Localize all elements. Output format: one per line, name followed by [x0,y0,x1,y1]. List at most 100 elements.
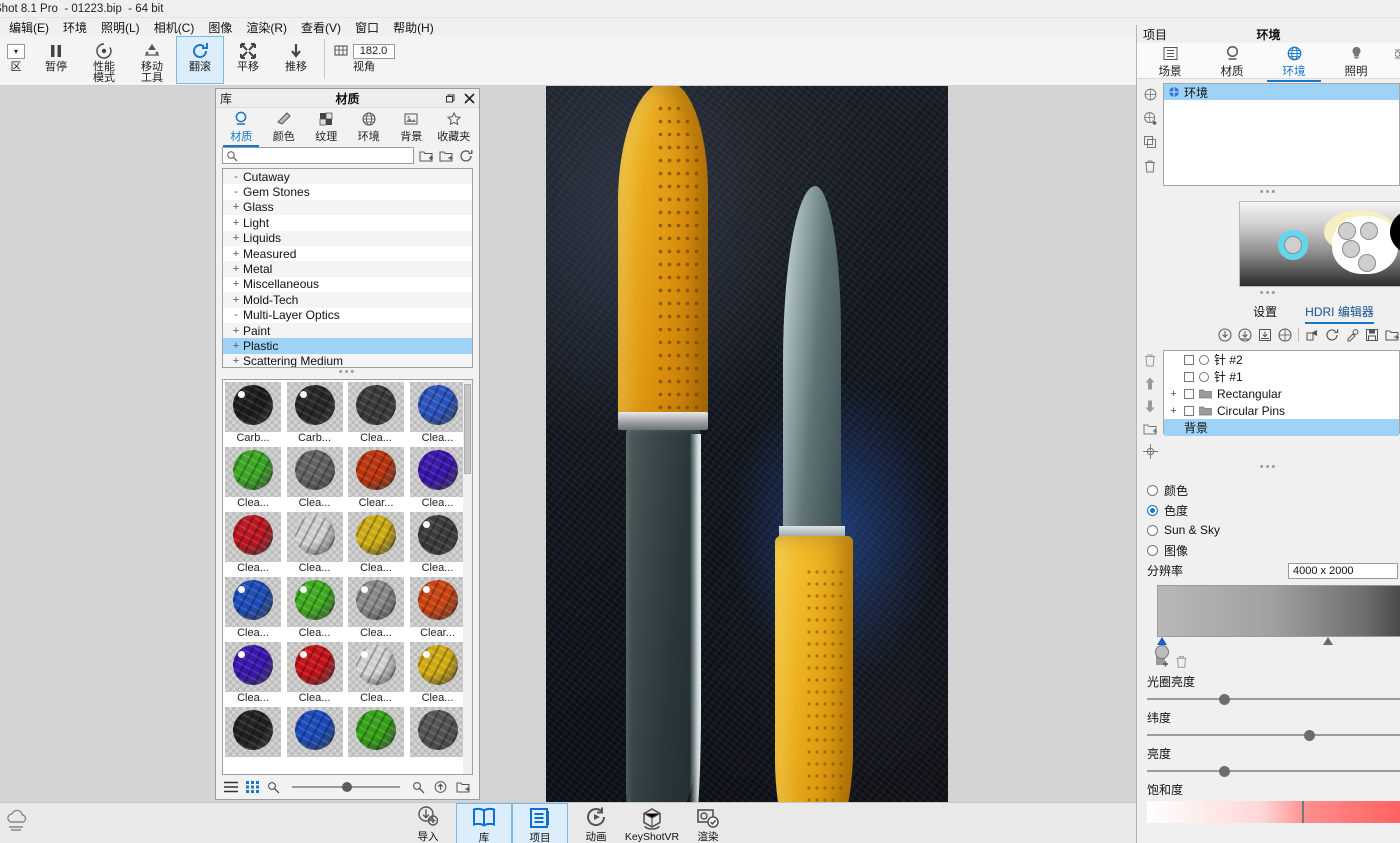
add-environment-icon[interactable] [1143,111,1158,126]
material-thumbnail[interactable]: Clea... [348,382,404,446]
menu-item-camera[interactable]: 相机(C) [147,18,202,37]
material-thumbnail[interactable]: Clea... [287,447,343,511]
library-tab-colors[interactable]: 颜色 [264,110,304,147]
cloud-render-button[interactable] [4,808,30,834]
menu-item-help[interactable]: 帮助(H) [386,18,441,37]
hdri-pin-3[interactable] [1342,240,1360,258]
refresh-icon[interactable] [459,149,473,163]
material-thumbnail[interactable]: Clea... [410,642,466,706]
hdri-tab-settings[interactable]: 设置 [1253,303,1277,324]
hdri-pin-4[interactable] [1358,254,1376,272]
material-thumbnail[interactable]: Clea... [287,512,343,576]
slider-latitude[interactable] [1147,729,1400,741]
expand-icon[interactable]: + [229,325,243,337]
toolbar-tumble-button[interactable]: 翻滚 [176,36,224,84]
pin-visibility-checkbox[interactable] [1184,406,1194,416]
zoom-in-icon[interactable] [412,781,425,794]
material-thumbnail[interactable]: Clear... [410,577,466,641]
project-tab-lighting[interactable]: 照明 [1333,43,1379,82]
material-category-row[interactable]: -Multi-Layer Optics [223,308,472,323]
material-thumbnail[interactable]: Clear... [348,447,404,511]
expand-icon[interactable]: + [229,232,243,244]
expand-icon[interactable]: + [229,263,243,275]
toolbar-region-button[interactable]: ▾ 区 [0,36,32,84]
gradient-stop-start[interactable] [1157,637,1169,659]
material-thumbnail[interactable] [225,707,281,771]
material-thumbnail[interactable]: Clea... [225,512,281,576]
background-mode-option[interactable]: Sun & Sky [1147,520,1400,540]
material-thumbnail[interactable] [410,707,466,771]
expand-icon[interactable]: + [229,201,243,213]
toolbar-performance-button[interactable]: 性能 模式 [80,36,128,84]
expand-icon[interactable]: + [229,278,243,290]
hdri-pin-2[interactable] [1360,222,1378,240]
pin-list-row[interactable]: +Rectangular [1164,385,1399,402]
background-mode-option[interactable]: 图像 [1147,540,1400,560]
environment-list[interactable]: 环境 [1163,83,1400,186]
menu-item-environment[interactable]: 环境 [56,18,94,37]
material-thumbnail[interactable]: Clea... [225,642,281,706]
pin-list-row[interactable]: 针 #1 [1164,368,1399,385]
material-category-tree[interactable]: -Cutaway-Gem Stones+Glass+Light+Liquids+… [222,168,473,368]
save-to-disk-icon[interactable] [1258,328,1272,342]
target-icon[interactable] [1143,444,1158,459]
menu-item-lighting[interactable]: 照明(L) [94,18,147,37]
search-input[interactable] [238,150,413,162]
environment-icon[interactable] [1143,87,1158,102]
toolbar-move-tool-button[interactable]: 移动 工具 [128,36,176,84]
material-thumbnail[interactable]: Carb... [225,382,281,446]
restore-window-icon[interactable] [444,93,455,104]
material-category-row[interactable]: +Light [223,215,472,230]
save-as-icon[interactable] [1385,328,1400,342]
hdri-tab-editor[interactable]: HDRI 编辑器 [1305,303,1374,324]
trash-icon[interactable] [1143,353,1157,368]
pin-visibility-checkbox[interactable] [1184,389,1194,399]
bottom-keyshotvr-button[interactable]: KeyShotVR [624,803,680,843]
background-mode-option[interactable]: 颜色 [1147,480,1400,500]
bottom-animation-button[interactable]: 动画 [568,803,624,843]
center-pin-icon[interactable] [1278,328,1292,342]
import-pin-icon[interactable] [1218,328,1232,342]
expand-icon[interactable]: + [229,294,243,306]
hdri-pin-1[interactable] [1338,222,1356,240]
library-search-box[interactable] [222,147,414,164]
pin-list[interactable]: 针 #2针 #1+Rectangular+Circular Pins背景 [1163,350,1400,434]
material-thumbnail[interactable]: Clea... [348,642,404,706]
library-tab-environments[interactable]: 环境 [349,110,389,147]
material-thumbnail[interactable]: Clea... [410,512,466,576]
menu-item-view[interactable]: 查看(V) [294,18,348,37]
pin-list-row[interactable]: 针 #2 [1164,351,1399,368]
library-tab-textures[interactable]: 纹理 [306,110,346,147]
material-category-row[interactable]: +Mold-Tech [223,292,472,307]
material-thumbnail[interactable] [348,707,404,771]
collapse-icon[interactable]: - [229,186,243,198]
material-thumbnail[interactable]: Clea... [225,447,281,511]
bottom-import-button[interactable]: 导入 [400,803,456,843]
export-pin-icon[interactable] [1238,328,1252,342]
duplicate-environment-icon[interactable] [1143,135,1158,150]
collapse-icon[interactable]: - [229,171,243,183]
material-category-row[interactable]: +Liquids [223,231,472,246]
library-tab-materials[interactable]: 材质 [221,110,261,147]
expand-icon[interactable]: + [1168,405,1179,417]
material-thumbnail[interactable]: Clea... [348,577,404,641]
slider-brightness[interactable] [1147,765,1400,777]
radio-button[interactable] [1147,525,1158,536]
bottom-render-button[interactable]: 渲染 [680,803,736,843]
close-icon[interactable] [464,93,475,104]
menu-item-edit[interactable]: 编辑(E) [2,18,56,37]
radio-button[interactable] [1147,485,1158,496]
add-folder-icon[interactable] [1143,422,1158,436]
project-tab-material[interactable]: 材质 [1209,43,1255,82]
material-category-row[interactable]: +Glass [223,200,472,215]
gradient-stop-end[interactable] [1323,637,1333,645]
expand-icon[interactable]: + [229,248,243,260]
expand-icon[interactable]: + [229,217,243,229]
zoom-out-icon[interactable] [267,781,280,794]
background-mode-option[interactable]: 色度 [1147,500,1400,520]
material-category-row[interactable]: +Paint [223,323,472,338]
resolution-input[interactable]: 4000 x 2000 [1288,563,1398,579]
pin-select-radio[interactable] [1199,372,1209,382]
material-thumbnail-grid[interactable]: Carb...Carb...Clea...Clea...Clea...Clea.… [222,379,473,775]
toolbar-dolly-button[interactable]: 推移 [272,36,320,84]
